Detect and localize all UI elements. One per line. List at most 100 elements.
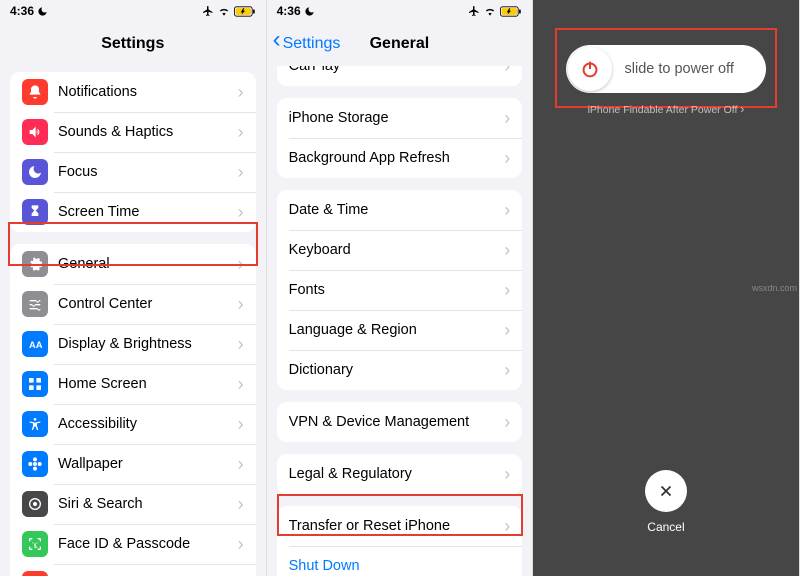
grid-icon: [22, 371, 48, 397]
row-keyboard[interactable]: Keyboard›: [277, 230, 523, 270]
status-bar: 4:36: [267, 0, 533, 22]
text-size-icon: AA: [22, 331, 48, 357]
group-reset: Transfer or Reset iPhone› Shut Down: [277, 506, 523, 576]
settings-group-1: Notifications› Sounds & Haptics› Focus› …: [10, 72, 256, 232]
group-carplay: CarPlay›: [277, 66, 523, 86]
chevron-right-icon: ›: [504, 464, 510, 485]
row-dictionary[interactable]: Dictionary›: [277, 350, 523, 390]
airplane-icon: [202, 5, 214, 17]
row-accessibility[interactable]: Accessibility›: [10, 404, 256, 444]
row-iphone-storage[interactable]: iPhone Storage›: [277, 98, 523, 138]
row-sounds[interactable]: Sounds & Haptics›: [10, 112, 256, 152]
battery-icon: [234, 6, 256, 17]
chevron-right-icon: ›: [504, 280, 510, 301]
group-storage: iPhone Storage› Background App Refresh›: [277, 98, 523, 178]
chevron-right-icon: ›: [504, 412, 510, 433]
airplane-icon: [468, 5, 480, 17]
sos-icon: SOS: [22, 571, 48, 576]
siri-icon: [22, 491, 48, 517]
chevron-right-icon: ›: [238, 122, 244, 143]
moon-icon: [22, 159, 48, 185]
back-button[interactable]: Settings: [273, 35, 341, 53]
row-sos[interactable]: SOSEmergency SOS›: [10, 564, 256, 576]
page-title: General: [370, 35, 430, 53]
wifi-icon: [217, 6, 231, 17]
row-carplay[interactable]: CarPlay›: [277, 66, 523, 86]
nav-bar: Settings: [0, 22, 266, 66]
chevron-right-icon: ›: [504, 516, 510, 537]
dnd-moon-icon: [304, 6, 315, 17]
findable-text[interactable]: iPhone Findable After Power Off›: [533, 102, 799, 116]
chevron-right-icon: ›: [238, 162, 244, 183]
wifi-icon: [483, 6, 497, 17]
status-time: 4:36: [10, 4, 34, 18]
status-bar: 4:36: [0, 0, 266, 22]
watermark: wsxdn.com: [752, 283, 797, 293]
slide-label: slide to power off: [612, 61, 766, 77]
power-thumb[interactable]: [568, 47, 612, 91]
row-controlcenter[interactable]: Control Center›: [10, 284, 256, 324]
row-vpn[interactable]: VPN & Device Management›: [277, 402, 523, 442]
general-screen: 4:36 Settings General CarPlay› iPhone St…: [267, 0, 534, 576]
chevron-right-icon: ›: [238, 254, 244, 275]
row-bg-refresh[interactable]: Background App Refresh›: [277, 138, 523, 178]
row-legal[interactable]: Legal & Regulatory›: [277, 454, 523, 494]
chevron-right-icon: ›: [504, 108, 510, 129]
row-general[interactable]: General›: [10, 244, 256, 284]
row-shutdown[interactable]: Shut Down: [277, 546, 523, 576]
group-legal: Legal & Regulatory›: [277, 454, 523, 494]
chevron-right-icon: ›: [238, 334, 244, 355]
chevron-right-icon: ›: [238, 202, 244, 223]
chevron-right-icon: ›: [238, 414, 244, 435]
faceid-icon: [22, 531, 48, 557]
row-notifications[interactable]: Notifications›: [10, 72, 256, 112]
sliders-icon: [22, 291, 48, 317]
chevron-left-icon: [273, 35, 281, 53]
accessibility-icon: [22, 411, 48, 437]
row-siri[interactable]: Siri & Search›: [10, 484, 256, 524]
chevron-right-icon: ›: [504, 148, 510, 169]
row-screentime[interactable]: Screen Time›: [10, 192, 256, 232]
chevron-right-icon: ›: [504, 320, 510, 341]
chevron-right-icon: ›: [238, 294, 244, 315]
cancel-button[interactable]: [645, 470, 687, 512]
row-wallpaper[interactable]: Wallpaper›: [10, 444, 256, 484]
flower-icon: [22, 451, 48, 477]
chevron-right-icon: ›: [238, 454, 244, 475]
chevron-right-icon: ›: [238, 494, 244, 515]
status-time: 4:36: [277, 4, 301, 18]
slide-to-power-off[interactable]: slide to power off: [566, 45, 766, 93]
row-focus[interactable]: Focus›: [10, 152, 256, 192]
chevron-right-icon: ›: [504, 66, 510, 77]
chevron-right-icon: ›: [238, 534, 244, 555]
group-vpn: VPN & Device Management›: [277, 402, 523, 442]
power-icon: [579, 58, 601, 80]
cancel-label: Cancel: [647, 520, 684, 534]
row-transfer-reset[interactable]: Transfer or Reset iPhone›: [277, 506, 523, 546]
chevron-right-icon: ›: [238, 82, 244, 103]
row-homescreen[interactable]: Home Screen›: [10, 364, 256, 404]
close-icon: [657, 482, 675, 500]
hourglass-icon: [22, 199, 48, 225]
settings-group-2: General› Control Center› AADisplay & Bri…: [10, 244, 256, 576]
group-datetime: Date & Time› Keyboard› Fonts› Language &…: [277, 190, 523, 390]
page-title: Settings: [101, 35, 164, 53]
nav-bar: Settings General: [267, 22, 533, 66]
settings-screen: 4:36 Settings Notifications› Sounds & Ha…: [0, 0, 267, 576]
chevron-right-icon: ›: [238, 374, 244, 395]
row-datetime[interactable]: Date & Time›: [277, 190, 523, 230]
row-faceid[interactable]: Face ID & Passcode›: [10, 524, 256, 564]
chevron-right-icon: ›: [740, 102, 744, 116]
chevron-right-icon: ›: [504, 200, 510, 221]
bell-icon: [22, 79, 48, 105]
dnd-moon-icon: [37, 6, 48, 17]
row-fonts[interactable]: Fonts›: [277, 270, 523, 310]
chevron-right-icon: ›: [504, 240, 510, 261]
chevron-right-icon: ›: [504, 360, 510, 381]
row-display[interactable]: AADisplay & Brightness›: [10, 324, 256, 364]
svg-text:AA: AA: [29, 340, 43, 350]
battery-icon: [500, 6, 522, 17]
gear-icon: [22, 251, 48, 277]
row-language[interactable]: Language & Region›: [277, 310, 523, 350]
speaker-icon: [22, 119, 48, 145]
